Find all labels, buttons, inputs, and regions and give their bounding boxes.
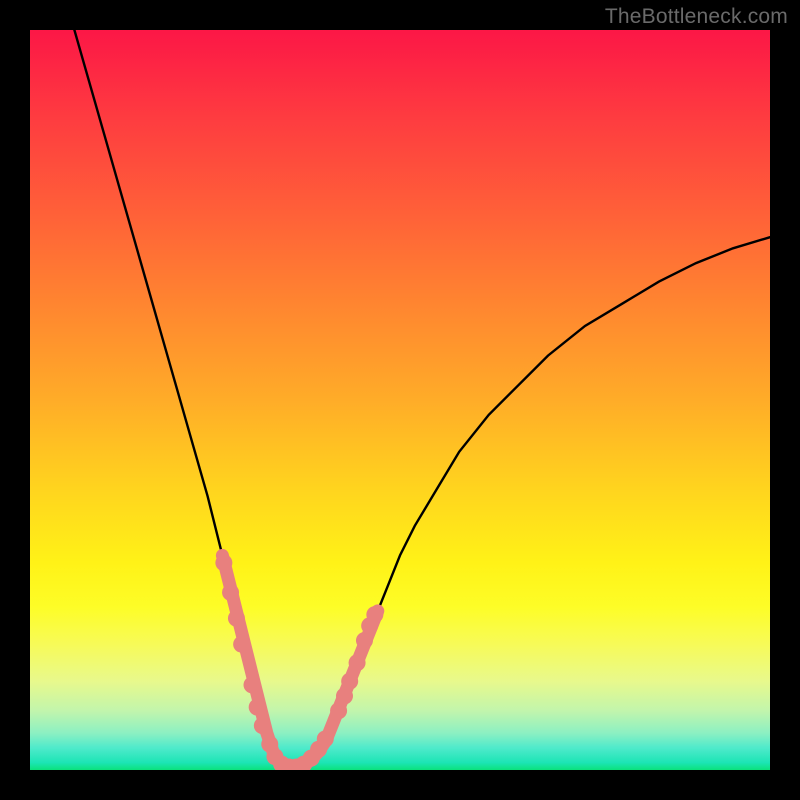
- marker-dot: [254, 717, 271, 734]
- marker-dot: [336, 688, 353, 705]
- marker-dot: [249, 699, 266, 716]
- marker-dot: [228, 610, 245, 627]
- curve-line: [74, 30, 770, 768]
- marker-dot: [244, 676, 261, 693]
- plot-frame: [30, 30, 770, 770]
- marker-dot: [366, 606, 383, 623]
- plot-svg: [30, 30, 770, 770]
- marker-dot: [317, 730, 334, 747]
- marker-dot: [341, 673, 358, 690]
- marker-dot: [222, 584, 239, 601]
- marker-dot: [330, 702, 347, 719]
- marker-dots: [215, 554, 383, 770]
- marker-dot: [349, 654, 366, 671]
- marker-dot: [356, 632, 373, 649]
- watermark-text: TheBottleneck.com: [605, 5, 788, 29]
- marker-dot: [233, 636, 250, 653]
- marker-dot: [215, 554, 232, 571]
